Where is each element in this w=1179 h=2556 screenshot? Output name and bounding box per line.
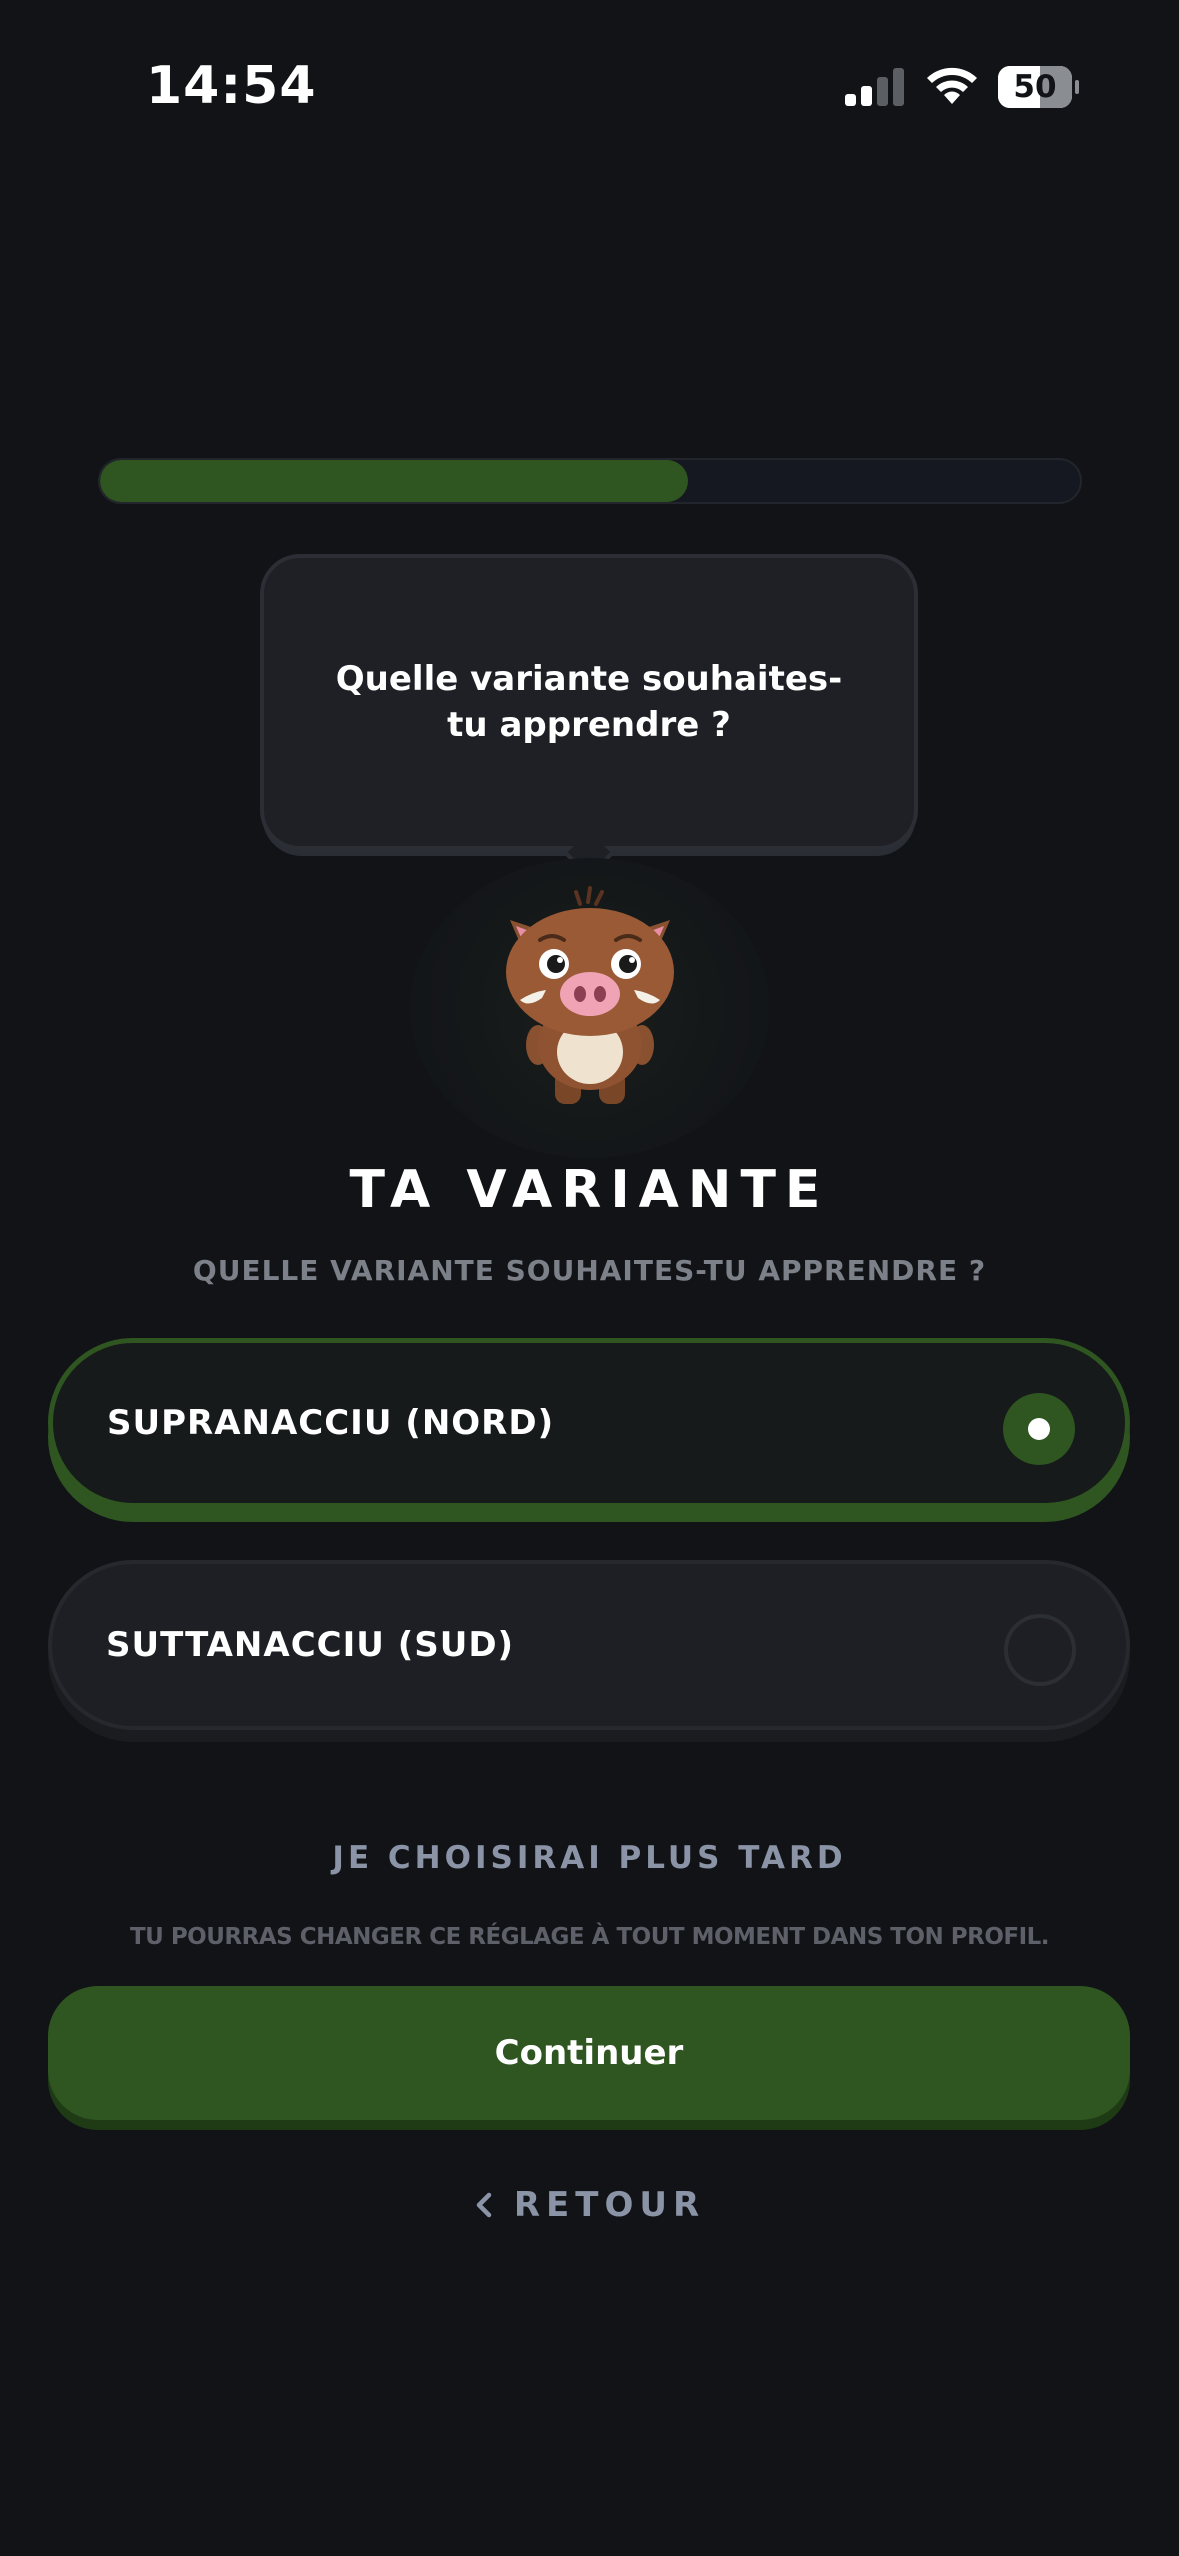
chevron-left-icon	[476, 2192, 492, 2218]
option-label: SUPRANACCIU (NORD)	[107, 1403, 555, 1443]
speech-bubble: Quelle variante souhaites-tu apprendre ?	[260, 554, 918, 850]
page-subtitle: QUELLE VARIANTE SOUHAITES-TU APPRENDRE ?	[192, 1254, 987, 1287]
speech-bubble-text: Quelle variante souhaites-tu apprendre ?	[335, 659, 843, 745]
boar-mascot-icon	[506, 886, 674, 1104]
radio-unselected-icon[interactable]	[1004, 1614, 1076, 1686]
progress-fill	[100, 460, 688, 502]
option-label: SUTTANACCIU (SUD)	[106, 1625, 515, 1665]
wifi-icon	[927, 67, 977, 104]
progress-bar	[98, 458, 1082, 504]
choose-later-link[interactable]: JE CHOISIRAI PLUS TARD	[0, 1840, 1179, 1876]
settings-note: TU POURRAS CHANGER CE RÉGLAGE À TOUT MOM…	[129, 1924, 1050, 1950]
continue-button[interactable]: Continuer	[48, 1986, 1130, 2120]
radio-selected-icon[interactable]	[1003, 1393, 1075, 1465]
battery-indicator: 50	[998, 66, 1079, 108]
page-title: TA VARIANTE	[349, 1160, 830, 1220]
cellular-signal-icon	[845, 68, 904, 106]
option-supranacciu-nord[interactable]: SUPRANACCIU (NORD)	[48, 1338, 1130, 1508]
status-time: 14:54	[146, 56, 317, 116]
back-label: RETOUR	[513, 2185, 706, 2225]
battery-percent: 50	[1013, 69, 1057, 105]
status-bar: 14:54 50	[0, 0, 1179, 140]
option-suttanacciu-sud[interactable]: SUTTANACCIU (SUD)	[48, 1560, 1130, 1730]
back-button[interactable]: RETOUR	[0, 2180, 1179, 2230]
